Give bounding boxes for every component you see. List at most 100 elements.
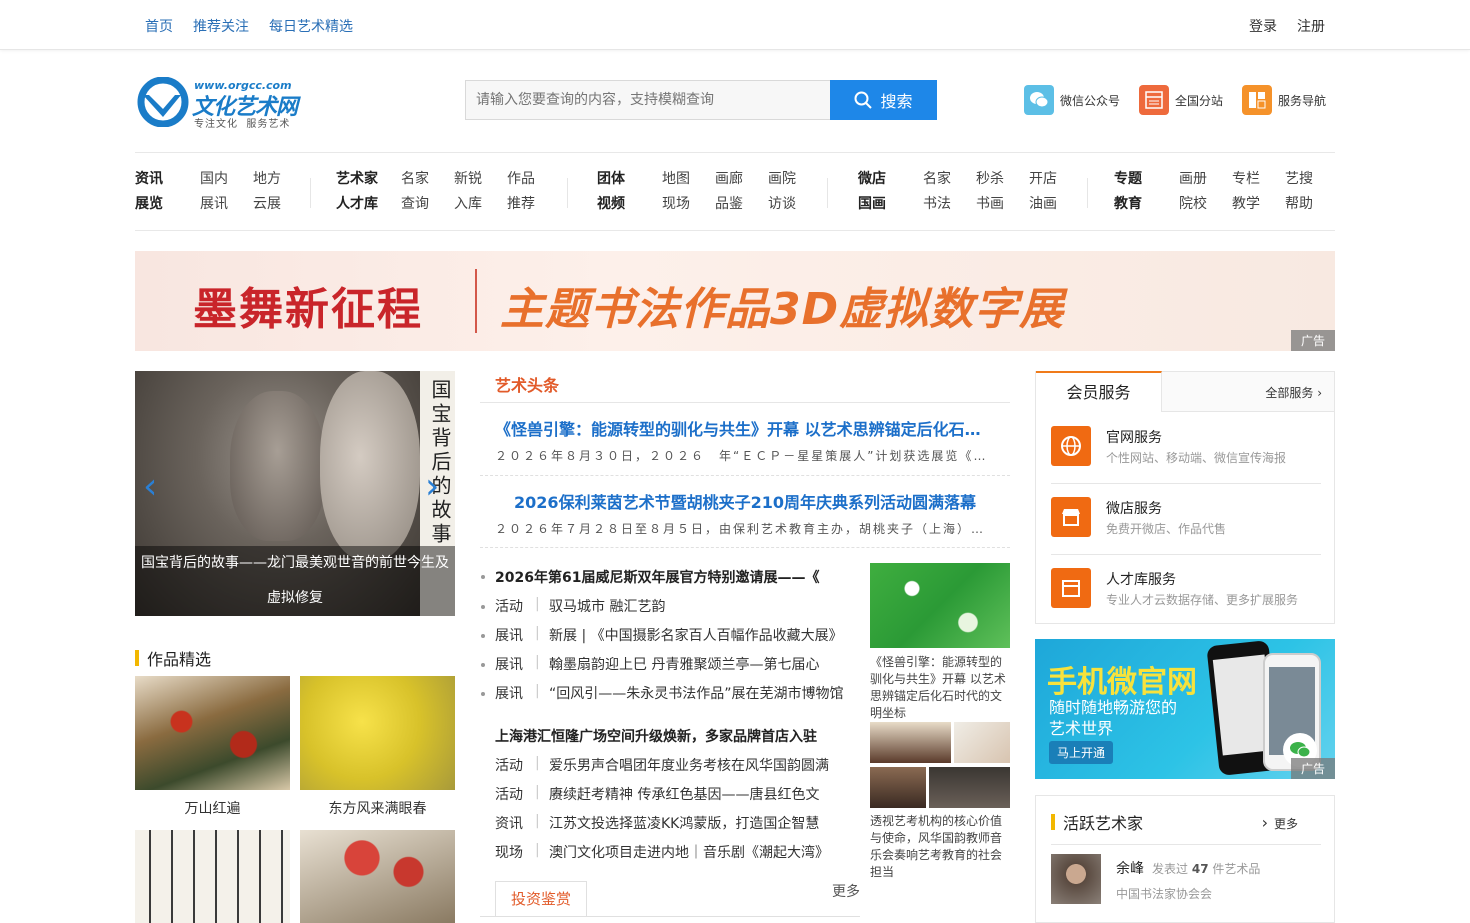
news-item[interactable]: 展讯 | 翰墨扇韵迎上巳 丹青雅聚颂兰亭—第七届心 <box>495 654 855 674</box>
slider-caption[interactable]: 国宝背后的故事——龙门最美观世音的前世今生及虚拟修复 <box>135 546 455 616</box>
news-item[interactable]: 展讯 | “回风引——朱永灵书法作品”展在芜湖市博物馆 <box>495 683 855 703</box>
service-item[interactable]: 官网服务 个性网站、移动端、微信宣传海报 <box>1051 413 1321 484</box>
news-group-title[interactable]: 上海港汇恒隆广场空间升级焕新，多家品牌首店入驻 <box>495 726 855 746</box>
category-item[interactable]: 书画 <box>976 192 1029 217</box>
news-text[interactable]: 翰墨扇韵迎上巳 丹青雅聚颂兰亭—第七届心 <box>549 654 819 674</box>
category-item[interactable]: 帮助 <box>1285 192 1338 217</box>
quick-link-branches[interactable]: 全国分站 <box>1139 85 1223 115</box>
news-text[interactable]: 江苏文投选择蓝凌KK鸿蒙版，打造国企智慧 <box>549 813 819 833</box>
tab-member-services[interactable]: 会员服务 <box>1036 371 1162 412</box>
category-heading[interactable]: 专题 <box>1114 167 1179 192</box>
category-heading[interactable]: 教育 <box>1114 192 1179 217</box>
category-item[interactable]: 画册 <box>1179 167 1232 192</box>
category-item[interactable]: 名家 <box>401 167 454 192</box>
news-text[interactable]: 驭马城市 融汇艺韵 <box>549 596 665 616</box>
category-heading[interactable]: 资讯 <box>135 167 200 192</box>
news-text[interactable]: 赓续赶考精神 传承红色基因——唐县红色文 <box>549 784 819 804</box>
news-category[interactable]: 现场 <box>495 842 535 862</box>
category-item[interactable]: 专栏 <box>1232 167 1285 192</box>
category-item[interactable]: 油画 <box>1029 192 1082 217</box>
headline-title[interactable]: 《怪兽引擎：能源转型的驯化与共生》开幕 以艺术思辨锚定后化石时代的文明坐标 <box>495 416 995 440</box>
quick-link-wechat[interactable]: 微信公众号 <box>1024 85 1120 115</box>
news-category[interactable]: 展讯 <box>495 625 535 645</box>
category-heading[interactable]: 微店 <box>858 167 923 192</box>
news-category[interactable]: 活动 <box>495 784 535 804</box>
news-item[interactable]: 资讯 | 江苏文投选择蓝凌KK鸿蒙版，打造国企智慧 <box>495 813 855 833</box>
news-category[interactable]: 展讯 <box>495 654 535 674</box>
category-heading[interactable]: 团体 <box>597 167 662 192</box>
category-heading[interactable]: 国画 <box>858 192 923 217</box>
category-item[interactable]: 现场 <box>662 192 715 217</box>
category-heading[interactable]: 视频 <box>597 192 662 217</box>
category-item[interactable]: 名家 <box>923 167 976 192</box>
nav-recommend-link[interactable]: 推荐关注 <box>193 16 249 36</box>
feature-caption[interactable]: 《怪兽引擎：能源转型的驯化与共生》开幕 以艺术思辨锚定后化石时代的文明坐标 <box>870 654 1010 722</box>
category-item[interactable]: 教学 <box>1232 192 1285 217</box>
artist-name[interactable]: 余峰 <box>1116 858 1144 878</box>
category-item[interactable]: 推荐 <box>507 192 560 217</box>
news-text[interactable]: “回风引——朱永灵书法作品”展在芜湖市博物馆 <box>549 683 844 703</box>
category-item[interactable]: 入库 <box>454 192 507 217</box>
tab-headlines[interactable]: 艺术头条 <box>495 372 559 396</box>
slider-next-arrow-icon[interactable]: › <box>425 466 439 507</box>
news-category[interactable]: 展讯 <box>495 683 535 703</box>
category-item[interactable]: 画廊 <box>715 167 768 192</box>
category-item[interactable]: 作品 <box>507 167 560 192</box>
work-card[interactable] <box>135 830 290 923</box>
category-item[interactable]: 地图 <box>662 167 715 192</box>
category-item[interactable]: 查询 <box>401 192 454 217</box>
category-item[interactable]: 书法 <box>923 192 976 217</box>
search-button[interactable]: 搜索 <box>830 80 937 120</box>
news-item[interactable]: 活动 | 赓续赶考精神 传承红色基因——唐县红色文 <box>495 784 855 804</box>
news-category[interactable]: 资讯 <box>495 813 535 833</box>
all-services-link[interactable]: 全部服务 › <box>1265 384 1322 401</box>
category-item[interactable]: 品鉴 <box>715 192 768 217</box>
category-item[interactable]: 院校 <box>1179 192 1232 217</box>
service-item[interactable]: 人才库服务 专业人才云数据存储、更多扩展服务 <box>1051 555 1321 626</box>
work-card[interactable]: 东方风来满眼春 <box>300 676 455 818</box>
category-item[interactable]: 国内 <box>200 167 253 192</box>
feature-caption[interactable]: 透视艺考机构的核心价值与使命，风华国韵教师音乐会奏响艺考教育的社会担当 <box>870 813 1010 881</box>
nav-daily-link[interactable]: 每日艺术精选 <box>269 16 353 36</box>
feature-image[interactable] <box>870 563 1010 648</box>
news-item[interactable]: 展讯 | 新展 | 《中国摄影名家百人百幅作品收藏大展》 <box>495 625 855 645</box>
search-input[interactable] <box>465 80 830 120</box>
news-category[interactable]: 活动 <box>495 755 535 775</box>
category-heading[interactable]: 艺术家 <box>336 167 401 192</box>
register-link[interactable]: 注册 <box>1297 16 1325 36</box>
more-artists-link[interactable]: › 更多 <box>1262 813 1298 832</box>
category-item[interactable]: 开店 <box>1029 167 1082 192</box>
category-heading[interactable]: 人才库 <box>336 192 401 217</box>
tab-investment[interactable]: 投资鉴赏 <box>495 881 587 917</box>
category-item[interactable]: 艺搜 <box>1285 167 1338 192</box>
nav-home-link[interactable]: 首页 <box>145 16 173 36</box>
news-item[interactable]: 现场 | 澳门文化项目走进内地｜音乐剧《潮起大湾》 <box>495 842 855 862</box>
news-item[interactable]: 活动 | 驭马城市 融汇艺韵 <box>495 596 855 616</box>
news-text[interactable]: 爱乐男声合唱团年度业务考核在风华国韵圆满 <box>549 755 829 775</box>
artist-avatar[interactable] <box>1051 854 1101 904</box>
mobile-site-ad[interactable]: 手机微官网 随时随地畅游您的 艺术世界 马上开通 广告 <box>1035 639 1335 779</box>
news-group-title[interactable]: 2026年第61届威尼斯双年展官方特别邀请展——《 <box>495 567 850 587</box>
news-category[interactable]: 活动 <box>495 596 535 616</box>
work-card[interactable]: 万山红遍 <box>135 676 290 818</box>
feature-slider[interactable]: 国宝背后的故事 国宝背后的故事——龙门最美观世音的前世今生及虚拟修复 ‹ › <box>135 371 455 616</box>
news-text[interactable]: 澳门文化项目走进内地｜音乐剧《潮起大湾》 <box>549 842 829 862</box>
slider-prev-arrow-icon[interactable]: ‹ <box>143 466 157 507</box>
quick-link-service-nav[interactable]: 服务导航 <box>1242 85 1326 115</box>
open-now-button[interactable]: 马上开通 <box>1049 741 1114 764</box>
exhibition-banner[interactable]: 墨舞新征程 主题书法作品3D虚拟数字展 广告 <box>135 251 1335 351</box>
news-item[interactable]: 活动 | 爱乐男声合唱团年度业务考核在风华国韵圆满 <box>495 755 855 775</box>
more-link[interactable]: 更多 <box>832 881 860 901</box>
site-logo[interactable]: www.orgcc.com 文化艺术网 专注文化 服务艺术 <box>137 77 317 130</box>
service-item[interactable]: 微店服务 免费开微店、作品代售 <box>1051 484 1321 555</box>
category-item[interactable]: 访谈 <box>768 192 821 217</box>
feature-image-grid[interactable] <box>870 722 1010 808</box>
category-item[interactable]: 展讯 <box>200 192 253 217</box>
category-item[interactable]: 云展 <box>253 192 306 217</box>
news-text[interactable]: 新展 | 《中国摄影名家百人百幅作品收藏大展》 <box>549 625 843 645</box>
category-item[interactable]: 画院 <box>768 167 821 192</box>
headline-title[interactable]: 2026保利莱茵艺术节暨胡桃夹子210周年庆典系列活动圆满落幕 <box>495 489 995 513</box>
category-item[interactable]: 新锐 <box>454 167 507 192</box>
login-link[interactable]: 登录 <box>1249 16 1277 36</box>
category-heading[interactable]: 展览 <box>135 192 200 217</box>
